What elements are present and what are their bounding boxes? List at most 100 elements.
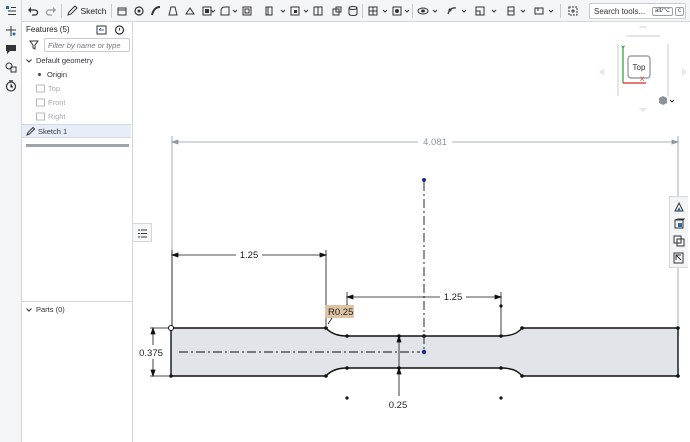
configurations-icon[interactable] <box>673 235 685 247</box>
top-toolbar: Sketch Search tools... alt/⌥ c <box>0 0 690 22</box>
revolve-tool[interactable] <box>132 3 146 19</box>
plane-tool[interactable] <box>366 3 380 19</box>
tree-item-top-plane[interactable]: Top <box>22 82 131 95</box>
panel-toggle-button[interactable] <box>133 223 152 242</box>
overall-length-dimension[interactable] <box>170 136 680 326</box>
custom-feature-button[interactable] <box>566 3 580 19</box>
extrude-tool[interactable] <box>115 3 129 19</box>
chevron-down-icon[interactable] <box>382 6 388 16</box>
chevron-down-icon[interactable] <box>280 6 286 16</box>
sketch-button[interactable]: Sketch <box>64 3 108 19</box>
chevron-down-icon[interactable] <box>232 6 238 16</box>
rollback-icon[interactable] <box>96 25 107 35</box>
tree-item-front-plane[interactable]: Front <box>22 96 131 109</box>
mate-connector-tool[interactable] <box>390 3 404 19</box>
sketch-button-label: Sketch <box>80 6 107 16</box>
plane-icon <box>36 112 45 121</box>
fillet-radius-text: R0.25 <box>328 307 353 318</box>
chevron-down-icon[interactable] <box>26 307 32 313</box>
comments-icon[interactable] <box>5 43 17 55</box>
tree-item-label: Top <box>48 84 61 93</box>
undo-icon <box>28 7 39 16</box>
tree-item-right-plane[interactable]: Right <box>22 110 131 123</box>
right-tool-bar <box>669 196 688 268</box>
split-icon <box>313 6 323 16</box>
rib-tool[interactable] <box>504 3 518 19</box>
appearance-icon[interactable] <box>5 61 17 73</box>
chevron-down-icon[interactable] <box>404 6 410 16</box>
chevron-down-icon[interactable] <box>303 6 309 16</box>
history-icon[interactable] <box>5 80 17 92</box>
parts-section-header[interactable]: Parts (0) <box>22 303 131 316</box>
pencil-icon <box>66 5 78 16</box>
draft-tool[interactable] <box>262 3 276 19</box>
sweep-tool[interactable] <box>149 3 163 19</box>
surface-icon <box>417 7 429 15</box>
grip-width-text: 0.375 <box>139 348 163 359</box>
fillet-tool[interactable] <box>218 3 232 19</box>
sheet-metal-tool[interactable] <box>445 3 459 19</box>
timer-icon[interactable] <box>114 24 125 35</box>
chevron-down-icon[interactable] <box>548 6 554 16</box>
appearance-panel-icon[interactable] <box>673 201 685 213</box>
chevron-down-icon[interactable] <box>491 6 497 16</box>
chevron-down-icon[interactable] <box>520 6 526 16</box>
y-axis-label: Y <box>621 45 626 52</box>
left-icon-strip <box>0 0 22 442</box>
transform-tool[interactable] <box>330 3 344 19</box>
cylinder-icon <box>348 6 358 16</box>
overall-length-text: 4.081 <box>423 137 447 148</box>
frame-tool[interactable] <box>473 3 487 19</box>
tree-item-default-geometry[interactable]: Default geometry <box>22 54 131 67</box>
tree-item-label: Right <box>48 112 66 121</box>
feature-filter-input[interactable] <box>44 38 130 52</box>
search-tools-placeholder: Search tools... <box>594 6 646 16</box>
rib-icon <box>507 6 515 16</box>
loft-icon <box>168 6 178 16</box>
filter-icon[interactable] <box>29 40 39 50</box>
measure-tool[interactable] <box>532 3 546 19</box>
draft-icon <box>265 6 273 16</box>
feature-list-icon[interactable] <box>5 5 17 17</box>
view-cube-face-label: Top <box>633 63 646 72</box>
list-icon <box>138 229 147 238</box>
chevron-down-icon[interactable] <box>461 6 467 16</box>
tree-item-label: Front <box>48 98 66 107</box>
middle-length-text: 1.25 <box>444 292 463 303</box>
boolean-icon <box>290 6 300 16</box>
feature-list-scrollbar[interactable] <box>26 144 129 147</box>
undo-button[interactable] <box>26 3 40 19</box>
boolean-tool[interactable] <box>288 3 302 19</box>
features-panel: Features (5) Default geometry Origin Top… <box>22 22 133 442</box>
redo-icon <box>45 7 56 16</box>
loft-tool[interactable] <box>166 3 180 19</box>
left-length-dimension[interactable] <box>170 250 328 326</box>
view-options-button[interactable] <box>659 96 675 105</box>
features-header: Features (5) <box>22 22 133 36</box>
shell-tool[interactable] <box>240 3 254 19</box>
thicken-tool[interactable] <box>183 3 197 19</box>
part-studio-icon[interactable] <box>673 218 685 230</box>
tree-item-sketch-1[interactable]: Sketch 1 <box>22 124 131 138</box>
redo-button[interactable] <box>44 3 58 19</box>
export-icon[interactable] <box>673 252 685 264</box>
pattern-tool[interactable] <box>346 3 360 19</box>
split-tool[interactable] <box>311 3 325 19</box>
origin-point[interactable] <box>421 349 427 355</box>
sweep-icon <box>151 6 161 16</box>
search-tools-input[interactable]: Search tools... alt/⌥ c <box>589 3 686 19</box>
chevron-down-icon <box>669 99 675 103</box>
view-cube[interactable]: Top Y X <box>596 26 690 116</box>
mate-connector-icon <box>392 6 402 16</box>
tree-item-origin[interactable]: Origin <box>22 68 131 81</box>
transform-icon <box>332 6 342 16</box>
centerline-endpoint[interactable] <box>422 178 426 182</box>
shortcut-key-alt: alt/⌥ <box>652 7 673 16</box>
chevron-down-icon[interactable] <box>210 6 216 16</box>
gauge-width-text: 0.25 <box>389 400 408 411</box>
surface-tool[interactable] <box>416 3 430 19</box>
chevron-down-icon[interactable] <box>432 6 438 16</box>
variables-icon[interactable] <box>5 25 17 37</box>
chevron-down-icon[interactable] <box>26 58 32 64</box>
frame-icon <box>475 6 485 16</box>
